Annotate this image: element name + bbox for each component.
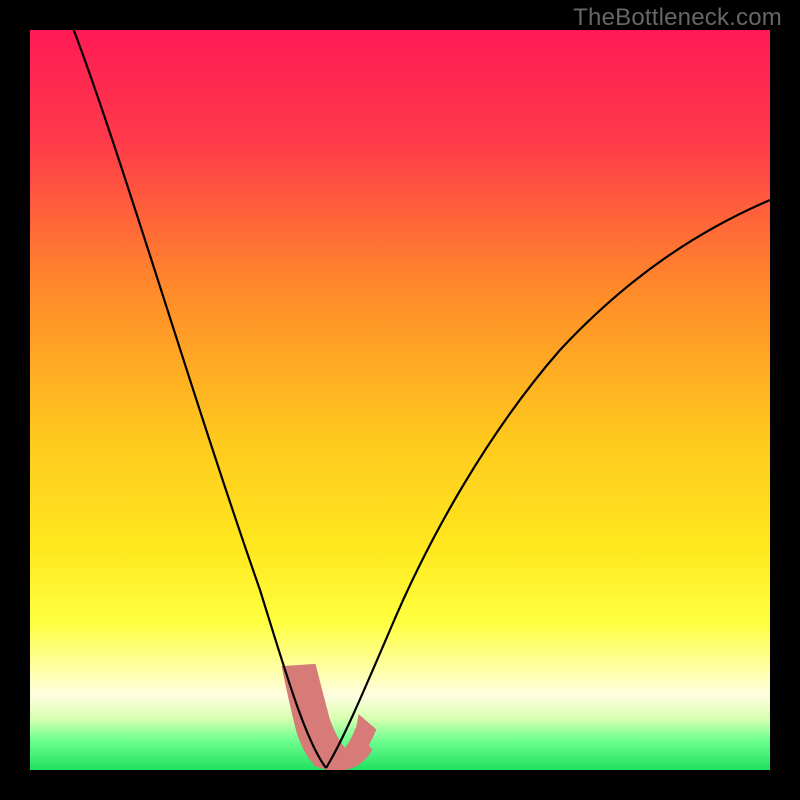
plot-area	[30, 30, 770, 770]
chart-frame: TheBottleneck.com	[0, 0, 800, 800]
gradient-background	[30, 30, 770, 770]
watermark-text: TheBottleneck.com	[573, 4, 782, 32]
chart-svg	[30, 30, 770, 770]
